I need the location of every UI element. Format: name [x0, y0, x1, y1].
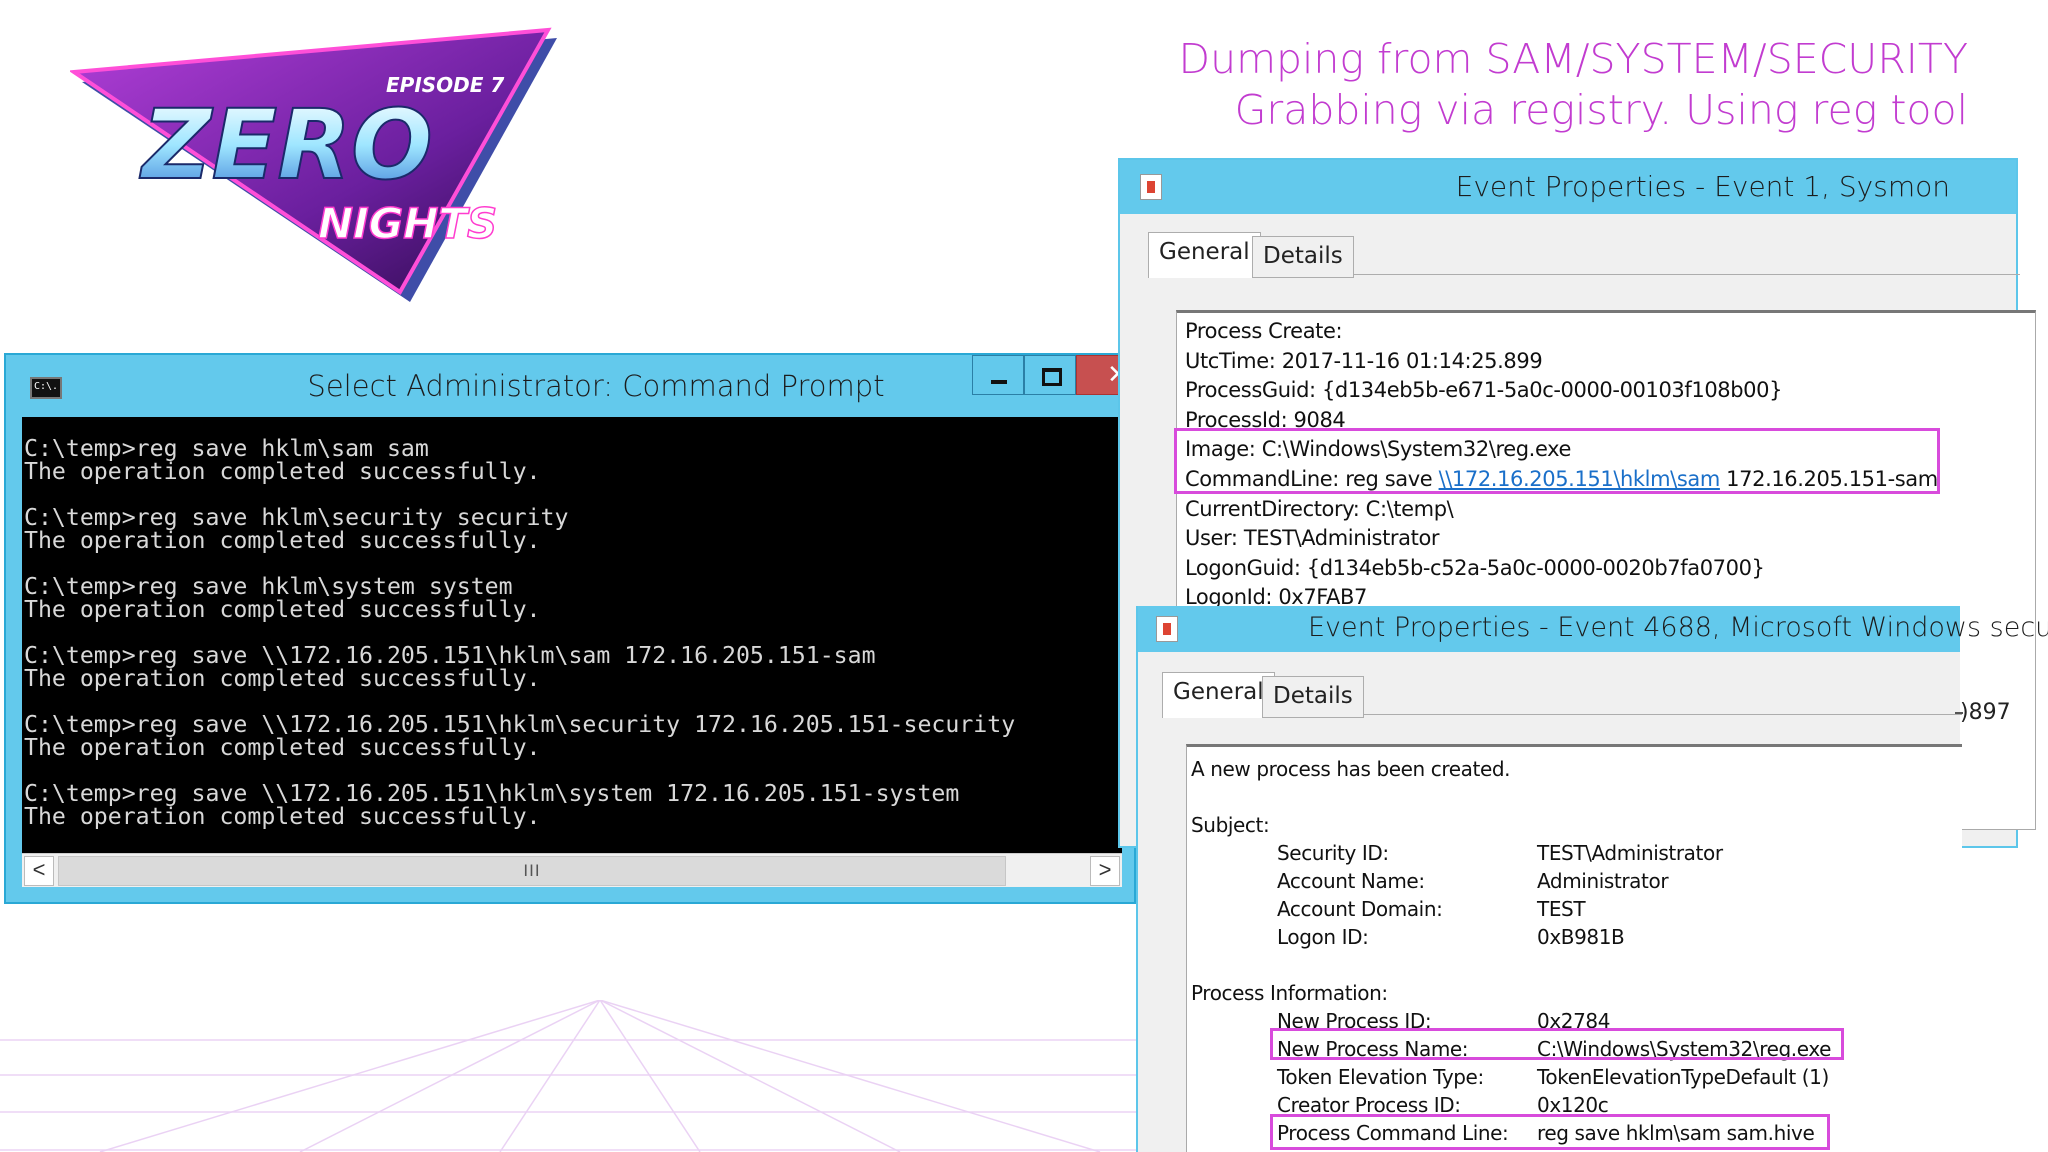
logo-nights: NIGHTS	[318, 199, 497, 248]
console-line: The operation completed successfully.	[24, 458, 541, 485]
field-label: Logon ID:	[1277, 925, 1369, 949]
cmd-titlebar[interactable]: C:\. Select Administrator: Command Promp…	[6, 355, 1138, 417]
console-line: The operation completed successfully.	[24, 734, 541, 761]
event1-titlebar[interactable]: Event Properties - Event 1, Sysmon	[1120, 160, 2016, 214]
console-line: C:\temp>reg save \\172.16.205.151\hklm\s…	[24, 780, 960, 807]
console-line: The operation completed successfully.	[24, 596, 541, 623]
field-label: Token Elevation Type:	[1277, 1065, 1484, 1089]
scrollbar-thumb[interactable]: III	[58, 856, 1006, 886]
field-value: 0xB981B	[1537, 925, 1625, 949]
event-field: Process Create:	[1185, 319, 1343, 343]
console-line: C:\temp>reg save \\172.16.205.151\hklm\s…	[24, 711, 1016, 738]
field-value: TEST	[1537, 897, 1586, 921]
cmd-console-output[interactable]: C:\temp>reg save hklm\sam sam The operat…	[22, 417, 1122, 853]
event-viewer-icon	[1140, 174, 1162, 200]
event2-title: Event Properties - Event 4688, Microsoft…	[1308, 612, 2048, 643]
minimize-button[interactable]	[972, 355, 1024, 395]
console-line: C:\temp>reg save hklm\system system	[24, 573, 513, 600]
console-line: The operation completed successfully.	[24, 803, 541, 830]
field-value: TokenElevationTypeDefault (1)	[1537, 1065, 1829, 1089]
event-viewer-icon	[1156, 616, 1178, 642]
highlight-box-process-command-line	[1270, 1114, 1830, 1150]
tab-details[interactable]: Details	[1262, 676, 1364, 718]
event-field: UtcTime: 2017-11-16 01:14:25.899	[1185, 348, 1543, 373]
scroll-left-arrow-icon[interactable]: <	[24, 856, 54, 886]
highlight-box-image-commandline	[1174, 428, 1940, 494]
slide-title: Dumping from SAM/SYSTEM/SECURITY Grabbin…	[1179, 34, 1968, 136]
zeronights-logo: EPISODE 7 ZERO NIGHTS	[70, 27, 557, 302]
console-line: C:\temp>reg save hklm\security security	[24, 504, 569, 531]
logo-zero: ZERO	[139, 89, 433, 201]
event-field: LogonGuid: {d134eb5b-c52a-5a0c-0000-0020…	[1185, 555, 1765, 580]
event1-title: Event Properties - Event 1, Sysmon	[1455, 170, 1950, 203]
scroll-right-arrow-icon[interactable]: >	[1090, 856, 1120, 886]
event-field: ProcessGuid: {d134eb5b-e671-5a0c-0000-00…	[1185, 378, 1783, 403]
console-line: The operation completed successfully.	[24, 527, 541, 554]
command-prompt-window[interactable]: C:\. Select Administrator: Command Promp…	[4, 353, 1138, 904]
slide-title-line-1: Dumping from SAM/SYSTEM/SECURITY	[1178, 35, 1968, 83]
slide-title-line-2: Grabbing via registry. Using reg tool	[1234, 86, 1968, 134]
truncated-value: )897	[1960, 700, 2011, 725]
maximize-button[interactable]	[1024, 355, 1076, 395]
field-value: Administrator	[1537, 869, 1669, 893]
console-line: C:\temp>reg save \\172.16.205.151\hklm\s…	[24, 642, 876, 669]
event-field: User: TEST\Administrator	[1185, 526, 1440, 551]
tab-general[interactable]: General	[1148, 232, 1261, 278]
field-label: Account Domain:	[1277, 897, 1443, 921]
event-properties-4688-window[interactable]: Event Properties - Event 4688, Microsoft…	[1136, 606, 2048, 1152]
grid-floor-decoration	[0, 1000, 1200, 1152]
process-info-header: Process Information:	[1191, 981, 1388, 1005]
horizontal-scrollbar[interactable]: < III >	[22, 853, 1122, 887]
event2-description: A new process has been created. Subject:…	[1186, 744, 1962, 1152]
highlight-box-new-process-name	[1270, 1028, 1844, 1060]
tab-details[interactable]: Details	[1252, 236, 1354, 278]
field-label: Security ID:	[1277, 841, 1389, 865]
console-line: The operation completed successfully.	[24, 665, 541, 692]
event2-titlebar[interactable]: Event Properties - Event 4688, Microsoft…	[1138, 606, 2048, 652]
tab-general[interactable]: General	[1162, 672, 1275, 718]
field-value: TEST\Administrator	[1537, 841, 1723, 865]
console-line: C:\temp>reg save hklm\sam sam	[24, 435, 429, 462]
event-field: CurrentDirectory: C:\temp\	[1185, 496, 1454, 521]
subject-header: Subject:	[1191, 813, 1270, 837]
field-label: Account Name:	[1277, 869, 1425, 893]
event2-intro: A new process has been created.	[1191, 757, 1511, 781]
